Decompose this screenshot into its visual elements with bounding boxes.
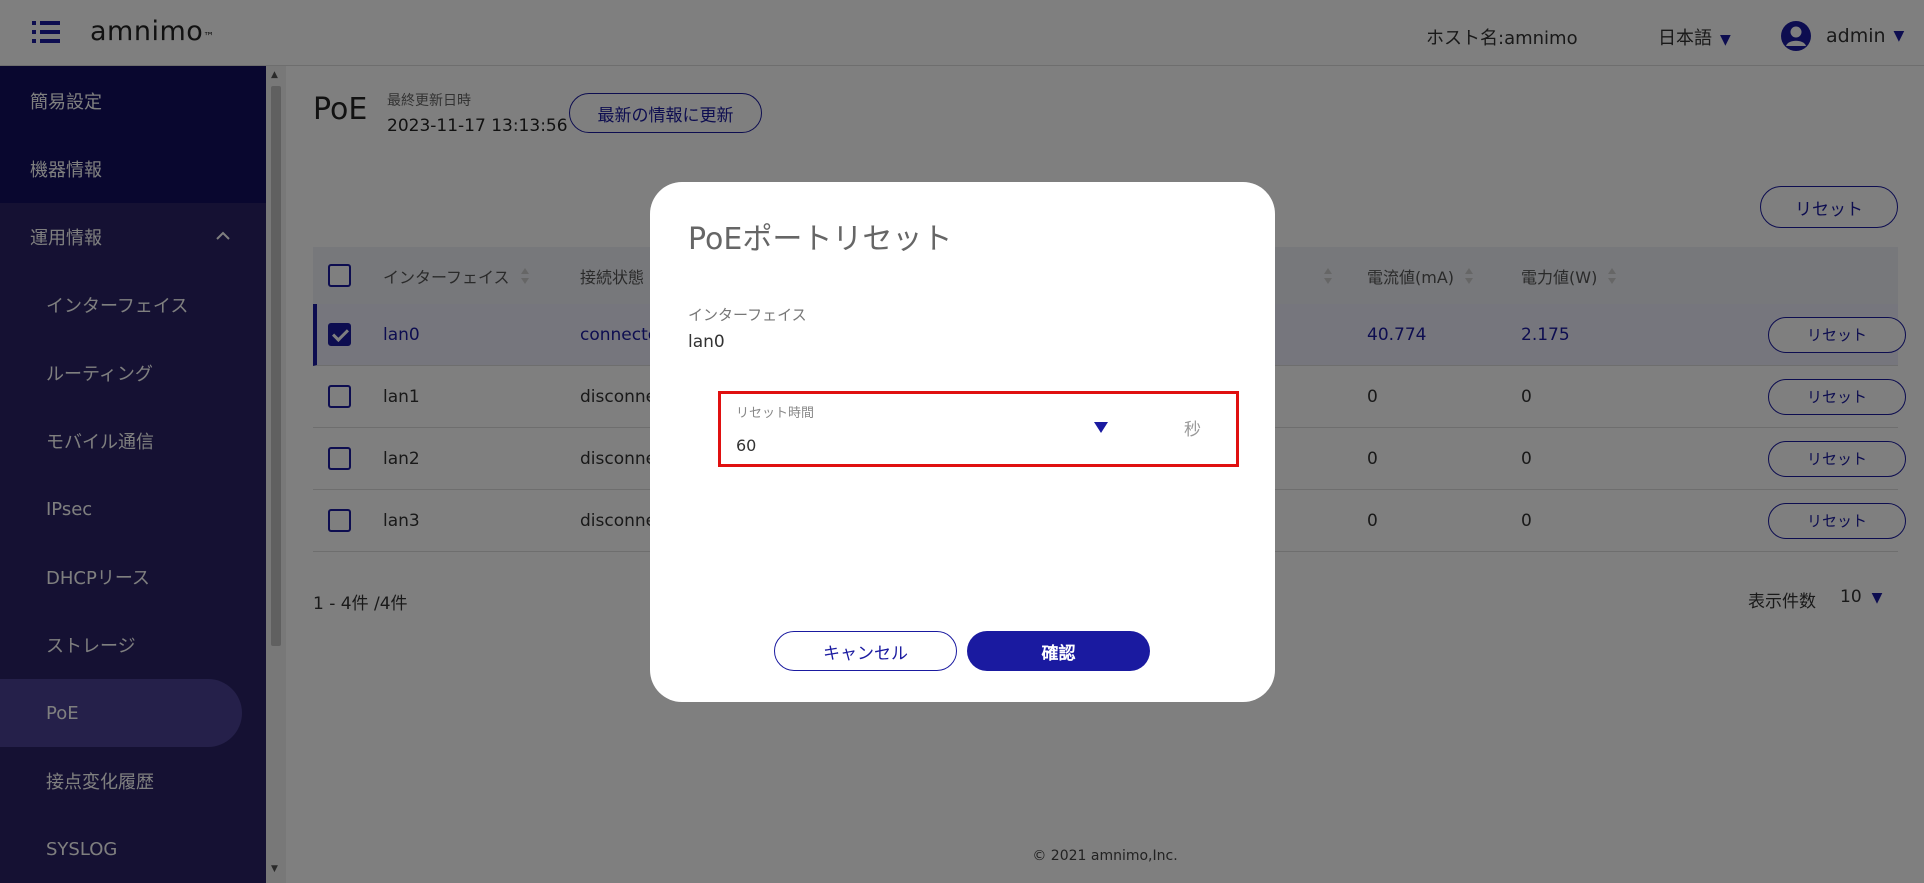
reset-time-label: リセット時間 — [736, 406, 815, 421]
dialog-title: PoEポートリセット — [688, 222, 953, 257]
caret-down-icon[interactable] — [1094, 422, 1108, 434]
confirm-button[interactable]: 確認 — [967, 631, 1150, 671]
modal-overlay[interactable]: PoEポートリセット インターフェイス lan0 リセット時間 60 秒 キャン… — [0, 0, 1924, 883]
poe-port-reset-dialog: PoEポートリセット インターフェイス lan0 リセット時間 60 秒 キャン… — [650, 182, 1275, 702]
interface-value: lan0 — [688, 332, 725, 352]
cancel-button[interactable]: キャンセル — [774, 631, 957, 671]
reset-time-value: 60 — [736, 436, 757, 455]
reset-time-unit: 秒 — [1184, 420, 1201, 440]
interface-label: インターフェイス — [688, 306, 807, 324]
